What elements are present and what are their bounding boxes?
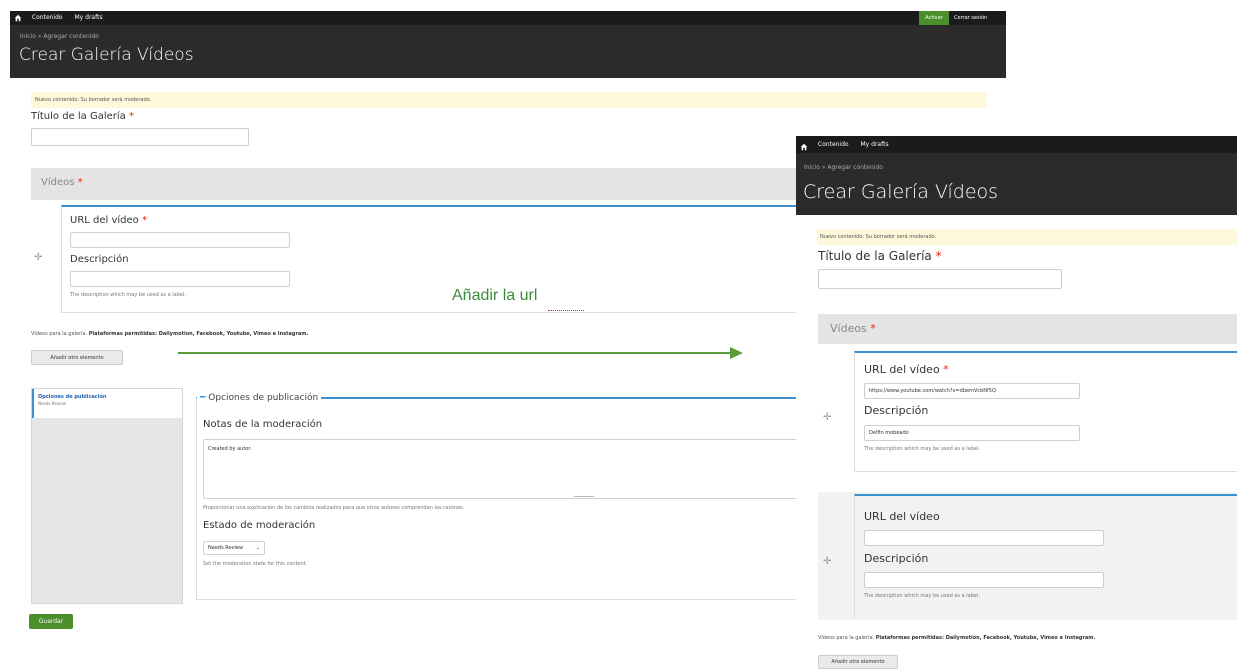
video-url-value: https://www.youtube.com/watch?v=dbemVcbN… xyxy=(869,388,996,394)
video-item-content: URL del vídeo * Descripción The descript… xyxy=(61,205,807,313)
page-title: Crear Galería Vídeos xyxy=(19,45,194,65)
gallery-help-platforms: Plataformas permitidas: Dailymotion, Fac… xyxy=(875,635,1096,641)
video-item-content: URL del vídeo * https://www.youtube.com/… xyxy=(854,351,1237,472)
video-url-label-text: URL del vídeo xyxy=(70,215,139,226)
publish-vertical-tabs: Opciones de publicación Needs Review xyxy=(31,388,183,604)
status-message-text: Nuevo contenido: Su borrador será modera… xyxy=(35,97,152,103)
publish-tab-title: Opciones de publicación xyxy=(38,394,107,400)
toolbar-contenido[interactable]: Contenido xyxy=(32,11,63,25)
resize-grip-icon[interactable] xyxy=(574,496,594,497)
drag-handle-icon[interactable]: ✛ xyxy=(34,252,42,263)
moderation-state-value: Needs Review xyxy=(208,545,244,551)
gallery-title-label: Título de la Galería * xyxy=(818,249,942,263)
moderation-state-label: Estado de moderación xyxy=(203,520,316,531)
video-url-input[interactable] xyxy=(864,530,1104,546)
description-label: Descripción xyxy=(864,552,929,565)
video-item-content: URL del vídeo Descripción The descriptio… xyxy=(854,494,1237,618)
description-help: The description which may be used as a l… xyxy=(70,292,186,298)
toolbar-contenido[interactable]: Contenido xyxy=(818,136,849,153)
add-element-button[interactable]: Añadir otro elemento xyxy=(818,655,898,669)
gallery-help-prefix: Vídeos para la galería. xyxy=(818,635,875,641)
video-url-label-text: URL del vídeo xyxy=(864,363,940,376)
drag-handle-icon[interactable]: ✛ xyxy=(823,412,831,423)
toolbar-active-button[interactable]: Activar xyxy=(919,11,949,25)
moderation-notes-textarea[interactable]: Created by autor. xyxy=(203,439,807,499)
video-url-label: URL del vídeo * xyxy=(70,215,147,226)
breadcrumb[interactable]: Inicio » Agregar contenido xyxy=(804,164,883,171)
page-header-right: Inicio » Agregar contenido Crear Galería… xyxy=(796,153,1237,215)
right-screenshot: Contenido My drafts Inicio » Agregar con… xyxy=(796,136,1237,670)
videos-label: Vídeos * xyxy=(41,177,83,188)
drag-handle-icon[interactable]: ✛ xyxy=(823,556,831,567)
gallery-help: Vídeos para la galería. Plataformas perm… xyxy=(818,635,1095,641)
status-message-text: Nuevo contenido: Su borrador será modera… xyxy=(820,234,937,240)
video-item-2: ✛ URL del vídeo Descripción The descript… xyxy=(818,492,1237,620)
description-input[interactable]: Delfin mobeado xyxy=(864,425,1080,441)
status-message: Nuevo contenido: Su borrador será modera… xyxy=(817,229,1237,245)
collapse-icon[interactable]: ━ xyxy=(200,393,205,403)
required-mark: * xyxy=(870,322,876,335)
videos-label-text: Vídeos xyxy=(41,177,75,188)
toolbar-my-drafts[interactable]: My drafts xyxy=(861,136,889,153)
arrow-icon xyxy=(178,347,743,359)
video-item-1: ✛ URL del vídeo * Descripción The descri… xyxy=(31,200,807,313)
gallery-title-input[interactable] xyxy=(31,128,249,146)
publish-tab-subtitle: Needs Review xyxy=(38,401,67,406)
gallery-help: Vídeos para la galería. Plataformas perm… xyxy=(31,331,308,337)
moderation-state-select[interactable]: Needs Review ⌄ xyxy=(203,541,265,555)
description-help: The description which may be used as a l… xyxy=(864,593,980,599)
gallery-title-label: Título de la Galería * xyxy=(31,111,134,122)
videos-section-header: Vídeos * xyxy=(31,168,806,200)
gallery-help-platforms: Plataformas permitidas: Dailymotion, Fac… xyxy=(88,331,309,337)
gallery-title-label-text: Título de la Galería xyxy=(31,111,126,122)
publish-fieldset-legend-text: Opciones de publicación xyxy=(208,393,319,403)
videos-label: Vídeos * xyxy=(830,322,876,335)
gallery-title-input[interactable] xyxy=(818,269,1062,289)
add-element-button[interactable]: Añadir otro elemento xyxy=(31,350,123,365)
home-icon[interactable] xyxy=(14,14,22,22)
publish-fieldset: ━ Opciones de publicación Notas de la mo… xyxy=(196,393,808,600)
chevron-down-icon: ⌄ xyxy=(255,545,260,551)
videos-section-header: Vídeos * xyxy=(818,314,1237,344)
moderation-notes-help: Proporcionar una explicación de los camb… xyxy=(203,505,465,511)
moderation-state-help: Set the moderation state for this conten… xyxy=(203,561,308,567)
publish-fieldset-legend: ━ Opciones de publicación xyxy=(197,393,322,403)
description-label: Descripción xyxy=(70,254,129,265)
annotation-label: Añadir la url xyxy=(452,287,538,304)
publish-tab[interactable]: Opciones de publicación Needs Review xyxy=(32,389,182,418)
video-url-label: URL del vídeo * xyxy=(864,363,949,376)
admin-toolbar: Contenido My drafts Activar Cerrar sesió… xyxy=(10,11,1006,25)
breadcrumb[interactable]: Inicio » Agregar contenido xyxy=(20,33,99,40)
required-mark: * xyxy=(77,177,83,188)
page-header: Inicio » Agregar contenido Crear Galería… xyxy=(10,25,1006,78)
description-label: Descripción xyxy=(864,404,929,417)
video-url-input[interactable] xyxy=(70,232,290,248)
video-url-label: URL del vídeo xyxy=(864,510,940,523)
annotation-underline xyxy=(548,308,584,311)
required-mark: * xyxy=(129,111,134,122)
home-icon[interactable] xyxy=(800,141,808,150)
video-item-1: ✛ URL del vídeo * https://www.youtube.co… xyxy=(818,344,1237,476)
videos-label-text: Vídeos xyxy=(830,322,867,335)
toolbar-my-drafts[interactable]: My drafts xyxy=(75,11,103,25)
description-input[interactable] xyxy=(864,572,1104,588)
toolbar-logout[interactable]: Cerrar sesión xyxy=(954,11,987,25)
annotation-text: Añadir la url xyxy=(452,287,537,305)
description-input[interactable] xyxy=(70,271,290,287)
moderation-notes-label: Notas de la moderación xyxy=(203,419,323,430)
required-mark: * xyxy=(935,249,942,263)
status-message: Nuevo contenido: Su borrador será modera… xyxy=(31,92,986,108)
moderation-notes-value: Created by autor. xyxy=(208,446,252,452)
admin-toolbar-right: Contenido My drafts xyxy=(796,136,1237,153)
save-button[interactable]: Guardar xyxy=(29,614,73,629)
required-mark: * xyxy=(141,215,147,226)
page-title: Crear Galería Vídeos xyxy=(803,181,999,203)
description-value: Delfin mobeado xyxy=(869,430,909,436)
description-help: The description which may be used as a l… xyxy=(864,446,980,452)
video-url-input[interactable]: https://www.youtube.com/watch?v=dbemVcbN… xyxy=(864,383,1080,399)
gallery-title-label-text: Título de la Galería xyxy=(818,249,932,263)
required-mark: * xyxy=(943,363,949,376)
gallery-help-prefix: Vídeos para la galería. xyxy=(31,331,88,337)
